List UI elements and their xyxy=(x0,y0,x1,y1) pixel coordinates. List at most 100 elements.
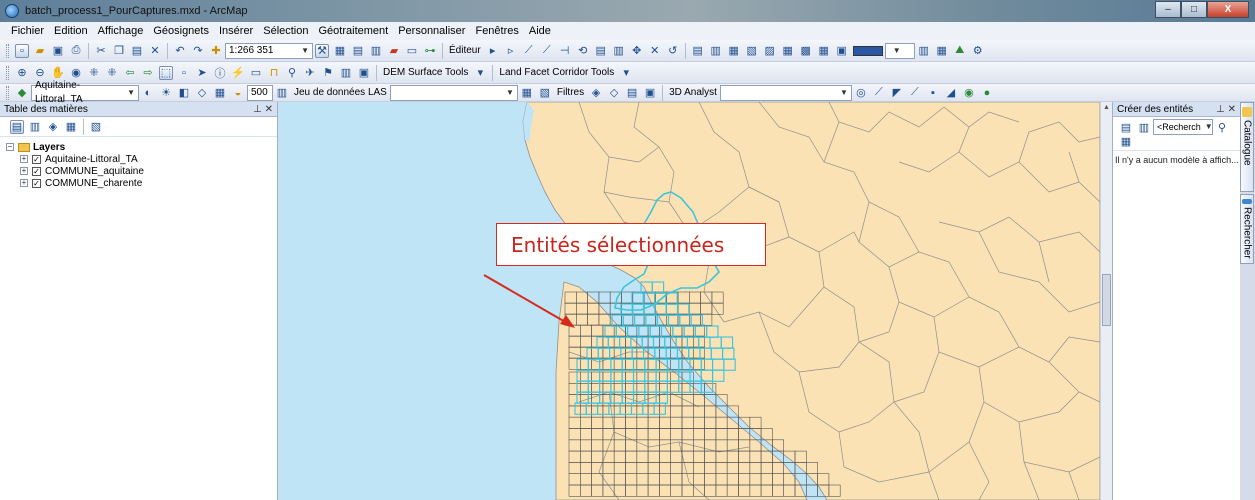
arcscene-icon[interactable]: ◉ xyxy=(962,86,976,100)
trace-icon[interactable]: ⟋ xyxy=(540,44,554,58)
graph-icon[interactable]: ▧ xyxy=(745,44,759,58)
layout-grid-icon[interactable]: ▦ xyxy=(727,44,741,58)
cube-icon[interactable]: ▣ xyxy=(643,86,657,100)
scroll-up-icon[interactable]: ▲ xyxy=(1101,102,1112,114)
back-extent-icon[interactable]: ⇦ xyxy=(123,66,137,80)
save-icon[interactable]: ▣ xyxy=(51,44,65,58)
menu-fichier[interactable]: Fichier xyxy=(6,25,49,37)
identify-icon[interactable]: ⓘ xyxy=(213,66,227,80)
fixed-zoom-in-icon[interactable]: ⁜ xyxy=(87,66,101,80)
minimize-button[interactable]: – xyxy=(1155,1,1181,18)
maximize-button[interactable]: □ xyxy=(1181,1,1207,18)
land-facet-corridor-tools-menu[interactable]: Land Facet Corridor Tools xyxy=(499,67,614,78)
menu-personnaliser[interactable]: Personnaliser xyxy=(393,25,470,37)
fixed-zoom-out-icon[interactable]: ⁜ xyxy=(105,66,119,80)
interpolate-point-icon[interactable]: ▪ xyxy=(926,86,940,100)
full-extent-icon[interactable]: ◉ xyxy=(69,66,83,80)
hyperlink-icon[interactable]: ⚡ xyxy=(231,66,245,80)
arcmap-app-icon[interactable] xyxy=(5,4,19,18)
expand-icon[interactable]: + xyxy=(20,155,28,163)
editor-menu[interactable]: Éditeur xyxy=(449,45,481,56)
menu-inserer[interactable]: Insérer xyxy=(214,25,258,37)
toc-options-icon[interactable]: ▧ xyxy=(89,120,103,134)
chevron-down-icon[interactable]: ▼ xyxy=(1205,120,1213,134)
toolbar-grip[interactable] xyxy=(6,85,9,100)
layer-visibility-checkbox[interactable]: ✓ xyxy=(32,166,41,176)
chevron-down-icon[interactable]: ▾ xyxy=(473,66,487,80)
join-icon[interactable]: ▩ xyxy=(799,44,813,58)
goto-xy-icon[interactable]: ⚑ xyxy=(321,66,335,80)
3d-analyst-layer-dropdown[interactable]: ▼ xyxy=(719,84,852,101)
measure-icon[interactable]: ⊓ xyxy=(267,66,281,80)
list-by-source-icon[interactable]: ▥ xyxy=(28,120,42,134)
toolbar-grip[interactable] xyxy=(6,65,9,80)
add-data-icon[interactable]: ✚ xyxy=(209,44,223,58)
reshape-icon[interactable]: ↺ xyxy=(666,44,680,58)
network-icon[interactable]: ⚙ xyxy=(971,44,985,58)
viewer-window-icon[interactable]: ▣ xyxy=(357,66,371,80)
undo-icon[interactable]: ↶ xyxy=(173,44,187,58)
flicker-icon[interactable]: ◇ xyxy=(195,86,209,100)
template-filter-icon[interactable]: ▥ xyxy=(1137,120,1151,134)
zoom-in-icon[interactable]: ⊕ xyxy=(15,66,29,80)
profile-icon[interactable]: ◈ xyxy=(589,86,603,100)
chevron-down-icon[interactable]: ▾ xyxy=(619,66,633,80)
search-window-icon[interactable]: ▥ xyxy=(369,44,383,58)
list-by-drawing-order-icon[interactable]: ▤ xyxy=(10,119,24,134)
layout-zoom-icon[interactable]: ▥ xyxy=(709,44,723,58)
view-3d-icon[interactable]: ◇ xyxy=(607,86,621,100)
fill-color-icon[interactable]: ▣ xyxy=(835,44,849,58)
arcglobe-icon[interactable]: ● xyxy=(980,86,994,100)
layer-row[interactable]: + ✓ COMMUNE_aquitaine xyxy=(6,165,277,177)
symbol-icon[interactable]: ▥ xyxy=(917,44,931,58)
split-icon[interactable]: ⊣ xyxy=(558,44,572,58)
edit-tool-icon[interactable]: ▸ xyxy=(486,44,500,58)
redo-icon[interactable]: ↷ xyxy=(191,44,205,58)
attributes-icon[interactable]: ▤ xyxy=(594,44,608,58)
copy-icon[interactable]: ❐ xyxy=(112,44,126,58)
sketch-properties-icon[interactable]: ▥ xyxy=(612,44,626,58)
layer-row[interactable]: + ✓ COMMUNE_charente xyxy=(6,177,277,189)
layer-visibility-checkbox[interactable]: ✓ xyxy=(32,154,41,164)
interpolate-icon[interactable]: ▤ xyxy=(625,86,639,100)
expand-icon[interactable]: + xyxy=(20,167,28,175)
contrast-icon[interactable]: ◐ xyxy=(141,86,155,100)
map-view[interactable]: Entités sélectionnées xyxy=(279,102,1100,500)
pin-close-icon[interactable]: ⊥ ✕ xyxy=(1216,104,1236,115)
python-window-icon[interactable]: ▭ xyxy=(405,44,419,58)
resolution-field[interactable]: 500 xyxy=(247,84,273,101)
interpolate-line-icon[interactable]: ⟋ xyxy=(908,86,922,100)
menu-affichage[interactable]: Affichage xyxy=(93,25,149,37)
layer-dropdown[interactable]: Aquitaine-Littoral_TA ▼ xyxy=(31,80,139,105)
chevron-down-icon[interactable]: ▼ xyxy=(301,44,309,58)
modelbuilder-icon[interactable]: ⊶ xyxy=(423,44,437,58)
brightness-icon[interactable]: ☀ xyxy=(159,86,173,100)
time-slider-icon[interactable]: ▥ xyxy=(339,66,353,80)
close-button[interactable]: X xyxy=(1207,1,1249,18)
pan-hand-icon[interactable]: ✋ xyxy=(51,66,65,80)
map-vertical-scrollbar[interactable]: ▲ xyxy=(1100,102,1112,500)
open-folder-icon[interactable]: ▰ xyxy=(33,44,47,58)
expand-icon[interactable]: + xyxy=(20,179,28,187)
menu-fenetres[interactable]: Fenêtres xyxy=(470,25,523,37)
contour-icon[interactable]: ◎ xyxy=(854,86,868,100)
layer-visibility-checkbox[interactable]: ✓ xyxy=(32,178,41,188)
filters-menu[interactable]: Filtres xyxy=(557,87,584,98)
find-route-icon[interactable]: ✈ xyxy=(303,66,317,80)
toolbox-icon[interactable]: ▰ xyxy=(387,44,401,58)
select-elements-icon[interactable]: ➤ xyxy=(195,66,209,80)
html-popup-icon[interactable]: ▭ xyxy=(249,66,263,80)
paste-icon[interactable]: ▤ xyxy=(130,44,144,58)
las-toolbar-icon[interactable]: ▥ xyxy=(275,86,289,100)
menu-edition[interactable]: Edition xyxy=(49,25,93,37)
delete-icon[interactable]: ✕ xyxy=(148,44,162,58)
pin-close-icon[interactable]: ⊥ ✕ xyxy=(253,104,273,115)
create-features-icon[interactable]: ✥ xyxy=(630,44,644,58)
tab-catalogue[interactable]: Catalogue xyxy=(1240,102,1254,192)
las-dataset-dropdown[interactable]: ▼ xyxy=(389,84,518,101)
map-scale-field[interactable]: 1:266 351 ▼ xyxy=(225,42,313,59)
menu-geosignets[interactable]: Géosignets xyxy=(148,25,214,37)
list-by-selection-icon[interactable]: ▦ xyxy=(64,120,78,134)
swipe-icon[interactable]: ◧ xyxy=(177,86,191,100)
delete-vertex-icon[interactable]: ✕ xyxy=(648,44,662,58)
